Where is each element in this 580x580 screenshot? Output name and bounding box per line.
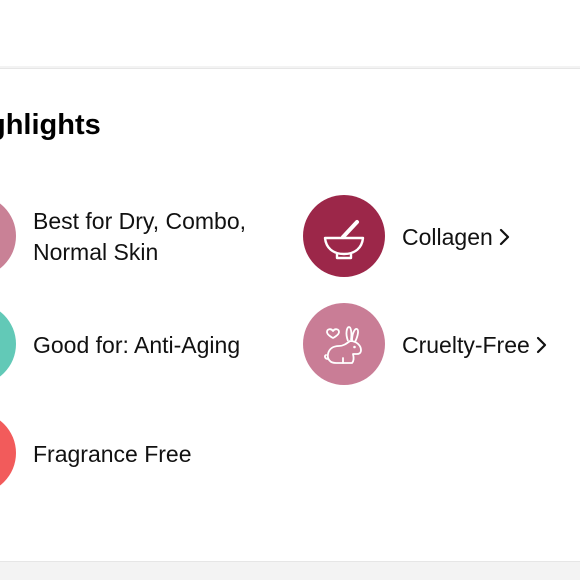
skin-type-line1: Best for Dry, Combo, (33, 208, 247, 234)
chevron-right-icon (536, 336, 546, 354)
highlight-fragrance-free: Fragrance Free (33, 441, 192, 467)
skin-type-line2: Normal Skin (33, 239, 159, 265)
bottom-blank-area (0, 562, 580, 580)
bunny-heart-icon (303, 303, 385, 385)
collagen-label: Collagen (402, 224, 493, 250)
anti-aging-icon (0, 303, 16, 385)
highlights-section: ghlights Best for Dry, Combo, Normal Ski… (0, 68, 580, 562)
fragrance-free-icon (0, 412, 16, 494)
mortar-bowl-icon (303, 195, 385, 277)
skin-type-icon (0, 195, 16, 277)
section-title: ghlights (0, 109, 101, 141)
top-blank-area (0, 0, 580, 66)
highlight-cruelty-free[interactable]: Cruelty-Free (402, 330, 547, 361)
chevron-right-icon (499, 228, 509, 246)
highlight-collagen[interactable]: Collagen (402, 222, 510, 253)
cruelty-free-label: Cruelty-Free (402, 332, 530, 358)
highlight-skin-type: Best for Dry, Combo, Normal Skin (33, 206, 246, 268)
highlight-anti-aging: Good for: Anti-Aging (33, 332, 241, 358)
